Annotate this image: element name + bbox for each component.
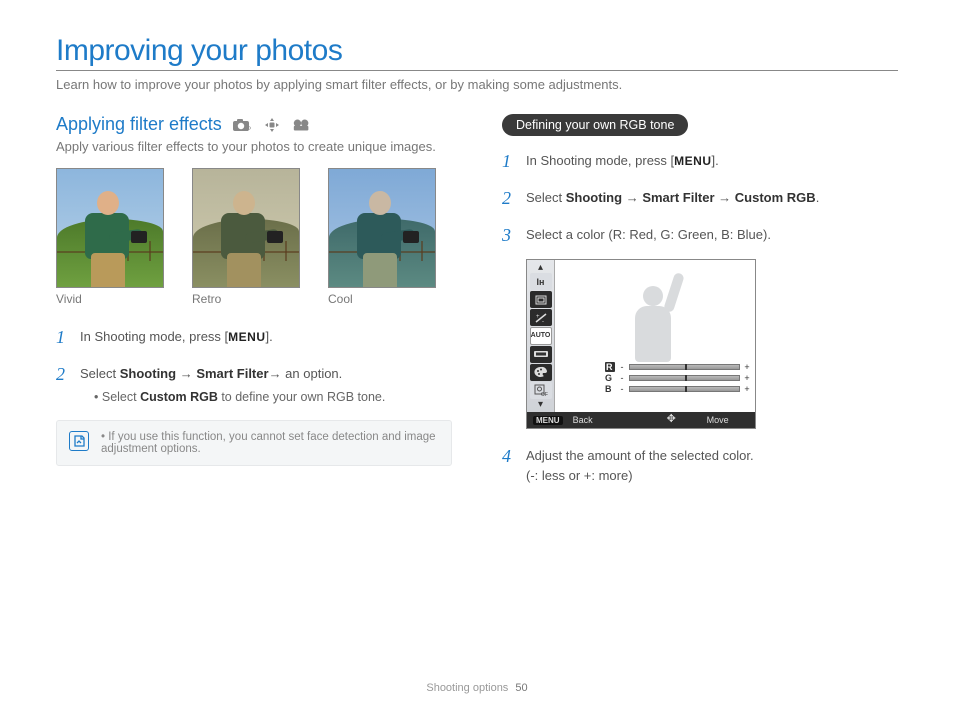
face-off-icon: OFF xyxy=(530,382,552,399)
page-intro: Learn how to improve your photos by appl… xyxy=(56,77,898,92)
step-number: 3 xyxy=(502,222,516,249)
svg-text:+: + xyxy=(536,314,540,320)
rgb-screen: ▴ Iн +- AUTO OFF ▾ R-+ xyxy=(526,259,756,429)
chevron-up-icon: ▴ xyxy=(530,262,552,272)
note-text: If you use this function, you cannot set… xyxy=(101,431,439,455)
palette-icon xyxy=(530,364,552,381)
page-number: 50 xyxy=(515,682,527,694)
left-column: Applying filter effects P Apply various … xyxy=(56,114,452,495)
step-2: 2 Select Shooting → Smart Filter→ an opt… xyxy=(56,361,452,406)
step-4: 4 Adjust the amount of the selected colo… xyxy=(502,443,898,485)
step-1: 1 In Shooting mode, press [MENU]. xyxy=(56,324,452,351)
title-rule xyxy=(56,70,898,71)
svg-text:OFF: OFF xyxy=(541,392,548,396)
step-2: 2 Select Shooting → Smart Filter → Custo… xyxy=(502,185,898,212)
thumb-cool xyxy=(328,168,436,288)
step-number: 1 xyxy=(502,148,516,175)
footer-section: Shooting options xyxy=(426,682,508,694)
rgb-sliders: R-+ G-+ B-+ xyxy=(605,361,751,394)
movie-icon xyxy=(292,117,312,133)
step-3: 3 Select a color (R: Red, G: Green, B: B… xyxy=(502,222,898,249)
page-footer: Shooting options 50 xyxy=(0,682,954,694)
move-icon xyxy=(669,415,679,425)
menu-key: MENU xyxy=(674,154,711,168)
move-label: Move xyxy=(707,415,729,425)
thumb-retro xyxy=(192,168,300,288)
filter-thumbnails: Vivid Retro Cool xyxy=(56,168,452,306)
thumb-vivid xyxy=(56,168,164,288)
svg-text:-: - xyxy=(542,319,544,323)
back-label: Back xyxy=(573,415,593,425)
step-text: In Shooting mode, press [MENU]. xyxy=(80,324,273,351)
sub-bullet: Select Custom RGB to define your own RGB… xyxy=(94,388,385,407)
step-text: Select Shooting → Smart Filter → Custom … xyxy=(526,185,819,212)
svg-text:P: P xyxy=(247,127,251,132)
in-mode-icon: Iн xyxy=(530,273,552,290)
thumb-label: Retro xyxy=(192,292,300,306)
menu-key-icon: MENU xyxy=(533,416,563,425)
slider-g: G-+ xyxy=(605,373,751,383)
step-number: 1 xyxy=(56,324,70,351)
subsection-pill: Defining your own RGB tone xyxy=(502,114,688,136)
rgb-footer: MENU Back Move xyxy=(527,412,755,428)
step-text: Adjust the amount of the selected color.… xyxy=(526,443,754,485)
subject-silhouette xyxy=(613,270,693,362)
iso-icon xyxy=(530,346,552,363)
note-box: If you use this function, you cannot set… xyxy=(56,420,452,466)
section-intro: Apply various filter effects to your pho… xyxy=(56,139,452,154)
right-column: Defining your own RGB tone 1 In Shooting… xyxy=(502,114,898,495)
section-title: Applying filter effects xyxy=(56,114,222,135)
chevron-down-icon: ▾ xyxy=(530,400,552,410)
step-text: Select Shooting → Smart Filter→ an optio… xyxy=(80,361,385,406)
slider-b: B-+ xyxy=(605,384,751,394)
step-1: 1 In Shooting mode, press [MENU]. xyxy=(502,148,898,175)
step-text: In Shooting mode, press [MENU]. xyxy=(526,148,719,175)
note-icon xyxy=(69,431,89,451)
camera-program-icon: P xyxy=(232,117,252,133)
step-number: 2 xyxy=(502,185,516,212)
step-number: 4 xyxy=(502,443,516,485)
step-number: 2 xyxy=(56,361,70,406)
frame-icon xyxy=(530,291,552,308)
side-icon-strip: ▴ Iн +- AUTO OFF ▾ xyxy=(527,260,555,412)
dual-is-icon xyxy=(262,117,282,133)
rgb-canvas: R-+ G-+ B-+ xyxy=(555,260,755,412)
ev-icon: +- xyxy=(530,309,552,326)
slider-r: R-+ xyxy=(605,362,751,372)
page-title: Improving your photos xyxy=(56,34,898,68)
menu-key: MENU xyxy=(228,330,265,344)
thumb-label: Vivid xyxy=(56,292,164,306)
auto-wb-icon: AUTO xyxy=(530,327,552,344)
thumb-label: Cool xyxy=(328,292,436,306)
step-text: Select a color (R: Red, G: Green, B: Blu… xyxy=(526,222,771,249)
